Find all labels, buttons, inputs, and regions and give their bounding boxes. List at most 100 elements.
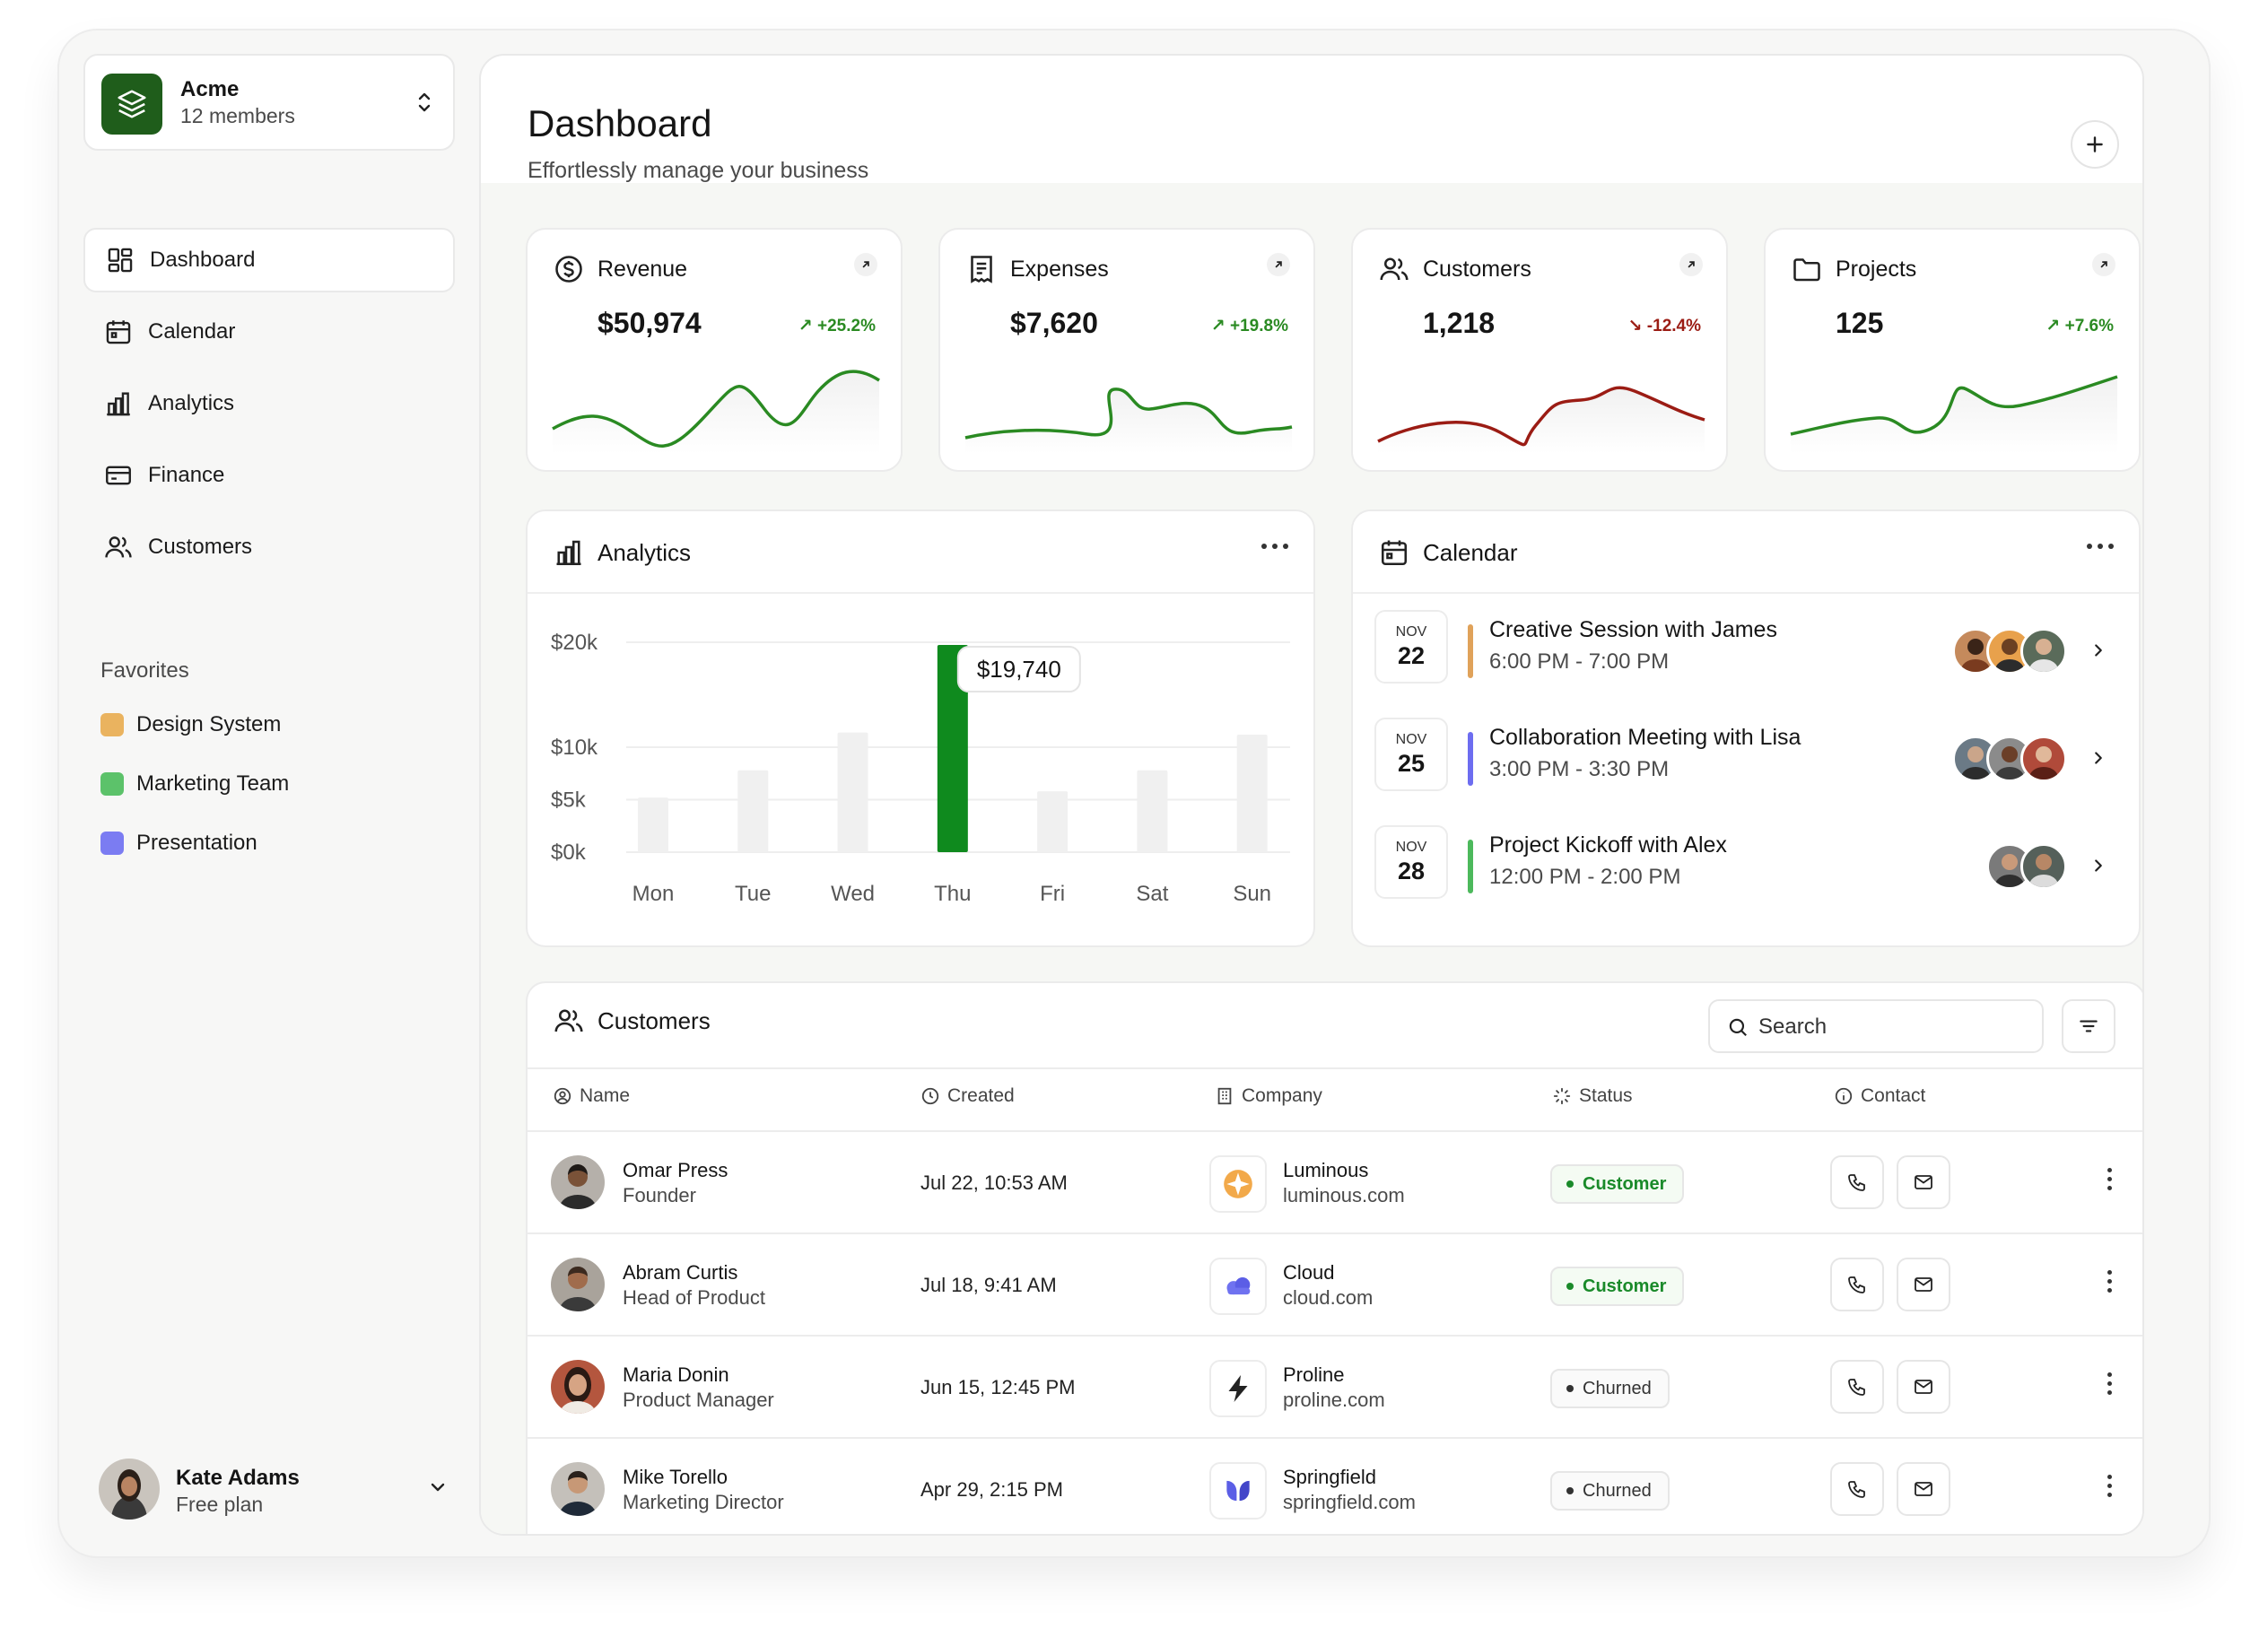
open-arrow-icon[interactable]: [854, 253, 877, 276]
company-url[interactable]: luminous.com: [1283, 1184, 1405, 1207]
clock-icon: [921, 1087, 939, 1105]
status-badge: Churned: [1550, 1369, 1670, 1408]
company-url[interactable]: cloud.com: [1283, 1286, 1373, 1310]
table-row[interactable]: Omar Press Founder Jul 22, 10:53 AM Lumi…: [528, 1130, 2142, 1232]
divider: [528, 1067, 2142, 1069]
company-url[interactable]: springfield.com: [1283, 1491, 1416, 1514]
search-box[interactable]: [1708, 999, 2044, 1053]
call-button[interactable]: [1830, 1462, 1884, 1516]
event-date: NOV 22: [1374, 610, 1448, 684]
column-header-company[interactable]: Company: [1215, 1085, 1322, 1107]
avatar: [2020, 843, 2067, 890]
event-title: Creative Session with James: [1489, 617, 1777, 642]
column-header-name[interactable]: Name: [553, 1085, 630, 1107]
calendar-event[interactable]: NOV 25 Collaboration Meeting with Lisa 3…: [1374, 701, 2128, 791]
customer-created: Jun 15, 12:45 PM: [920, 1376, 1076, 1398]
user-menu[interactable]: Kate Adams Free plan: [99, 1459, 458, 1521]
org-switcher[interactable]: Acme 12 members: [83, 54, 455, 151]
stat-title: Expenses: [965, 253, 1109, 285]
favorite-item-design-system[interactable]: Design System: [100, 712, 281, 737]
x-tick-label: Fri: [1040, 882, 1065, 906]
page-subtitle: Effortlessly manage your business: [528, 158, 869, 183]
sidebar-item-dashboard[interactable]: Dashboard: [83, 228, 455, 292]
filter-button[interactable]: [2062, 999, 2115, 1053]
springfield-logo-icon: [1209, 1462, 1267, 1520]
event-time: 3:00 PM - 3:30 PM: [1489, 757, 1670, 781]
call-button[interactable]: [1830, 1155, 1884, 1209]
chevron-right-icon[interactable]: [2089, 640, 2108, 660]
column-header-contact[interactable]: Contact: [1834, 1085, 1925, 1107]
company-url[interactable]: proline.com: [1283, 1389, 1385, 1412]
row-more-options-icon[interactable]: [2107, 1475, 2112, 1497]
email-button[interactable]: [1897, 1462, 1950, 1516]
table-row[interactable]: Mike Torello Marketing Director Apr 29, …: [528, 1437, 2142, 1534]
sidebar-item-calendar[interactable]: Calendar: [83, 300, 455, 364]
luminous-logo-icon: [1209, 1155, 1267, 1213]
email-button[interactable]: [1897, 1155, 1950, 1209]
analytics-card: Analytics $20k $10k $5k $0k Mon Tue Wed Thu $19,…: [526, 509, 1315, 947]
dollar-circle-icon: [555, 256, 582, 283]
column-label: Name: [580, 1085, 631, 1106]
event-day: 22: [1397, 642, 1426, 669]
more-options-icon[interactable]: [2087, 544, 2114, 549]
favorite-item-marketing-team[interactable]: Marketing Team: [100, 771, 289, 797]
page-title: Dashboard: [528, 102, 712, 144]
stat-title: Projects: [1791, 253, 1916, 285]
favorite-label: Design System: [136, 712, 282, 736]
event-title: Collaboration Meeting with Lisa: [1489, 725, 1801, 750]
calendar-card: Calendar NOV 22 Creative Session with Ja…: [1351, 509, 2141, 947]
avatar: [99, 1459, 160, 1520]
calendar-event[interactable]: NOV 28 Project Kickoff with Alex 12:00 P…: [1374, 809, 2128, 899]
trend-down-icon: ↘: [1627, 317, 1643, 335]
row-more-options-icon[interactable]: [2107, 1168, 2112, 1190]
folder-icon: [1793, 258, 1820, 282]
open-arrow-icon[interactable]: [1267, 253, 1290, 276]
sidebar-item-label: Finance: [148, 463, 225, 487]
calendar-event[interactable]: NOV 22 Creative Session with James 6:00 …: [1374, 594, 2128, 684]
call-button[interactable]: [1830, 1360, 1884, 1414]
add-button[interactable]: [2071, 120, 2119, 169]
customer-name: Mike Torello: [623, 1466, 728, 1488]
favorite-item-presentation[interactable]: Presentation: [100, 831, 257, 856]
x-tick-label: Mon: [632, 882, 675, 906]
stat-card-customers[interactable]: Customers 1,218 ↘ -12.4%: [1351, 228, 1728, 472]
sidebar-item-finance[interactable]: Finance: [83, 443, 455, 508]
column-header-status[interactable]: Status: [1552, 1085, 1633, 1107]
sidebar-item-analytics[interactable]: Analytics: [83, 371, 455, 436]
chevron-right-icon[interactable]: [2089, 748, 2108, 768]
building-icon: [1217, 1087, 1232, 1105]
table-row[interactable]: Abram Curtis Head of Product Jul 18, 9:4…: [528, 1232, 2142, 1335]
mail-icon: [1915, 1380, 1932, 1394]
x-tick-label: Sun: [1233, 882, 1271, 906]
stat-change-value: -12.4%: [1646, 317, 1701, 335]
row-more-options-icon[interactable]: [2107, 1372, 2112, 1395]
stat-card-projects[interactable]: Projects 125 ↗ +7.6%: [1764, 228, 2141, 472]
open-arrow-icon[interactable]: [1679, 253, 1703, 276]
sidebar-item-customers[interactable]: Customers: [83, 515, 455, 579]
column-header-created[interactable]: Created: [920, 1085, 1015, 1107]
table-row[interactable]: Maria Donin Product Manager Jun 15, 12:4…: [528, 1335, 2142, 1437]
customer-name: Abram Curtis: [623, 1261, 738, 1284]
status-badge: Customer: [1550, 1267, 1685, 1306]
user-circle-icon: [554, 1087, 571, 1105]
customer-created: Jul 22, 10:53 AM: [920, 1171, 1068, 1194]
loader-icon: [1553, 1087, 1571, 1105]
chevron-right-icon[interactable]: [2089, 856, 2108, 875]
stat-card-expenses[interactable]: Expenses $7,620 ↗ +19.8%: [938, 228, 1315, 472]
email-button[interactable]: [1897, 1360, 1950, 1414]
open-arrow-icon[interactable]: [2092, 253, 2115, 276]
sidebar-nav: Dashboard Calendar Analytics Finance Cus…: [83, 228, 455, 587]
email-button[interactable]: [1897, 1258, 1950, 1311]
search-icon: [1729, 1018, 1747, 1036]
bar: [1037, 791, 1069, 852]
avatar: [551, 1258, 605, 1311]
plus-icon: [2087, 136, 2103, 152]
search-input[interactable]: [1758, 1012, 2028, 1042]
favorite-label: Marketing Team: [136, 771, 290, 796]
value-tooltip-label: $19,740: [977, 656, 1061, 683]
stat-change: ↘ -12.4%: [1628, 316, 1701, 336]
row-more-options-icon[interactable]: [2107, 1270, 2112, 1293]
stat-card-revenue[interactable]: Revenue $50,974 ↗ +25.2%: [526, 228, 903, 472]
call-button[interactable]: [1830, 1258, 1884, 1311]
stat-change: ↗ +25.2%: [798, 316, 876, 336]
